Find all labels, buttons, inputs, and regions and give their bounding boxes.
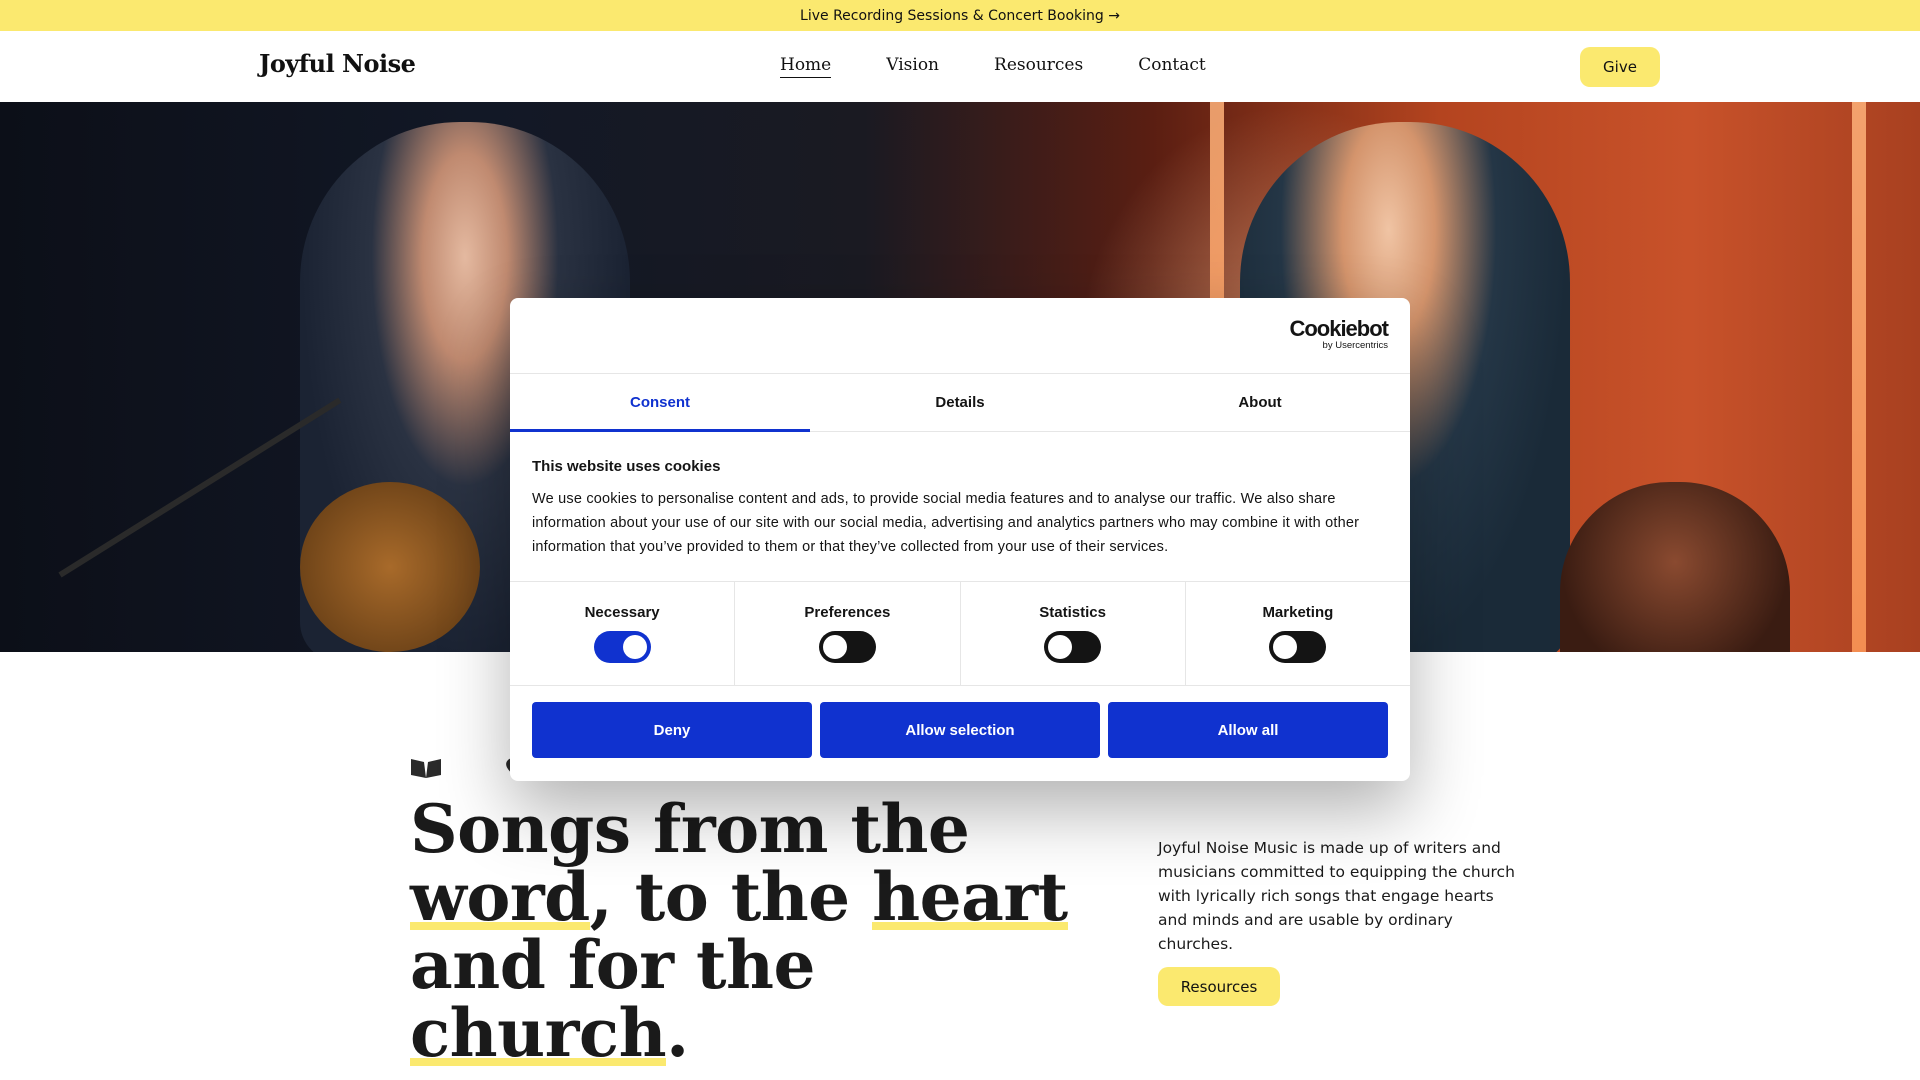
- headline-mid: , to the: [589, 858, 873, 936]
- switch-knob: [1273, 635, 1298, 659]
- consent-toggles: Necessary Preferences Statistics Marketi…: [510, 582, 1410, 686]
- cookiebot-brand: Cookiebot: [1289, 316, 1389, 341]
- tab-details[interactable]: Details: [810, 374, 1110, 431]
- headline-line-1: Songs from the: [410, 790, 970, 868]
- toggle-necessary-switch[interactable]: [593, 631, 651, 663]
- headline-heart: heart: [872, 858, 1068, 936]
- nav-home[interactable]: Home: [780, 55, 832, 78]
- dialog-tabs: Consent Details About: [510, 374, 1410, 432]
- hero-headline: Songs from the word, to the heart and for …: [410, 795, 1110, 1072]
- give-button[interactable]: Give: [1580, 47, 1660, 87]
- dialog-description: We use cookies to personalise content an…: [532, 491, 1360, 555]
- dialog-actions: Deny Allow selection Allow all: [510, 686, 1410, 774]
- headline-word: word: [410, 858, 590, 936]
- deny-button[interactable]: Deny: [532, 702, 812, 758]
- toggle-statistics-label: Statistics: [1039, 604, 1106, 621]
- allow-all-button[interactable]: Allow all: [1108, 702, 1388, 758]
- switch-knob: [822, 635, 847, 659]
- headline-period: .: [666, 994, 689, 1072]
- headline-line-3: and for the: [410, 926, 816, 1004]
- allow-selection-button[interactable]: Allow selection: [820, 702, 1100, 758]
- switch-knob: [622, 635, 647, 659]
- dialog-body: This website uses cookies We use cookies…: [510, 432, 1410, 582]
- site-header: Joyful Noise Home Vision Resources Conta…: [0, 31, 1920, 102]
- nav-vision[interactable]: Vision: [886, 55, 939, 78]
- announcement-bar: Live Recording Sessions & Concert Bookin…: [0, 0, 1920, 31]
- guitar-shape: [300, 482, 480, 652]
- toggle-marketing-cell: Marketing: [1186, 582, 1410, 685]
- site-logo[interactable]: Joyful Noise: [259, 49, 416, 78]
- nav-contact[interactable]: Contact: [1138, 55, 1206, 78]
- nav-resources[interactable]: Resources: [994, 55, 1083, 78]
- open-book-icon: [411, 759, 441, 778]
- cookiebot-logo: Cookiebot by Usercentrics: [1289, 316, 1389, 352]
- cookiebot-brand-sub: by Usercentrics: [1322, 340, 1388, 351]
- dialog-header: Cookiebot by Usercentrics: [510, 298, 1410, 374]
- switch-knob: [1048, 635, 1073, 659]
- toggle-preferences-switch[interactable]: [818, 631, 876, 663]
- toggle-preferences-label: Preferences: [804, 604, 891, 621]
- intro-paragraph: Joyful Noise Music is made up of writers…: [1158, 839, 1515, 953]
- toggle-necessary-label: Necessary: [584, 604, 660, 621]
- mic-stand-left: [58, 397, 342, 578]
- toggle-necessary-cell: Necessary: [510, 582, 736, 685]
- announcement-link[interactable]: Live Recording Sessions & Concert Bookin…: [800, 8, 1120, 24]
- toggle-statistics-switch[interactable]: [1044, 631, 1102, 663]
- dialog-title: This website uses cookies: [532, 458, 721, 475]
- toggle-statistics-cell: Statistics: [961, 582, 1186, 685]
- resources-button[interactable]: Resources: [1158, 967, 1280, 1006]
- toggle-marketing-switch[interactable]: [1269, 631, 1327, 663]
- toggle-marketing-label: Marketing: [1262, 604, 1334, 621]
- headline-church: church: [410, 994, 667, 1072]
- tab-consent[interactable]: Consent: [510, 374, 810, 432]
- main-nav: Home Vision Resources Contact: [780, 55, 1261, 78]
- cookie-consent-dialog: Cookiebot by Usercentrics Consent Detail…: [510, 298, 1410, 781]
- violinist-figure: [1560, 482, 1790, 652]
- toggle-preferences-cell: Preferences: [735, 582, 961, 685]
- stage-light-right: [1852, 102, 1866, 652]
- tab-about[interactable]: About: [1110, 374, 1410, 431]
